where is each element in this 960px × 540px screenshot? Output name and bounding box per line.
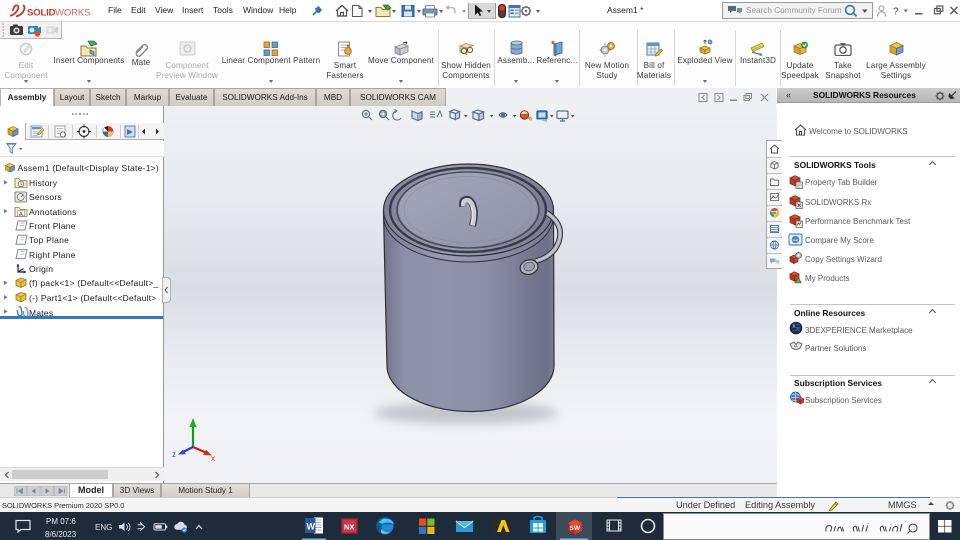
svg-text:WORKS: WORKS [55, 8, 90, 19]
svg-text:?: ? [893, 7, 899, 18]
svg-text:SOLID: SOLID [27, 8, 56, 19]
svg-text:z: z [172, 450, 176, 459]
svg-text:A: A [19, 212, 23, 218]
svg-text:NX: NX [344, 523, 354, 532]
svg-text:x: x [211, 454, 215, 463]
svg-text:W: W [307, 522, 316, 532]
svg-text:SW: SW [570, 525, 581, 532]
